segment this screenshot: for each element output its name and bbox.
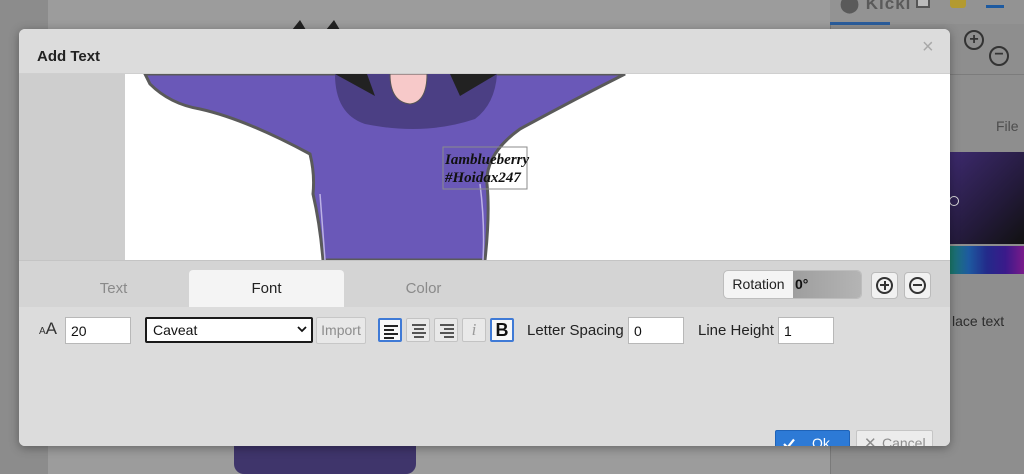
font-size-icon: AA xyxy=(39,319,58,338)
preview-text-line-2: #Hoidax247 xyxy=(444,170,521,186)
background-logo: ⬤ Kicki xyxy=(840,0,912,13)
cancel-button-label: Cancel xyxy=(882,435,926,446)
line-height-input[interactable] xyxy=(778,317,834,344)
background-checkbox-icon xyxy=(916,0,930,8)
background-tab-indicator xyxy=(830,22,890,25)
align-right-button[interactable] xyxy=(434,318,458,342)
close-x-icon: ✕ xyxy=(864,435,877,446)
font-settings-panel: AA Caveat Import xyxy=(19,307,950,446)
background-folder-icon xyxy=(950,0,966,8)
tab-color[interactable]: Color xyxy=(346,270,501,308)
background-download-icon xyxy=(986,0,1004,8)
dialog-title: Add Text xyxy=(37,48,101,65)
background-hue-strip xyxy=(950,246,1024,274)
rotate-decrease-button[interactable] xyxy=(904,272,931,299)
tabs-bar: Text Font Color Rotation 0° xyxy=(19,260,950,308)
close-icon[interactable]: × xyxy=(922,35,934,59)
ok-button[interactable]: Ok xyxy=(775,430,850,446)
font-size-input[interactable] xyxy=(65,317,131,344)
align-center-button[interactable] xyxy=(406,318,430,342)
font-family-value: Caveat xyxy=(153,322,198,338)
background-zoom-out-icon: − xyxy=(989,46,1009,66)
rotate-increase-button[interactable] xyxy=(871,272,898,299)
tab-font[interactable]: Font xyxy=(189,270,344,308)
font-family-select[interactable]: Caveat xyxy=(145,317,313,343)
line-height-label: Line Height xyxy=(698,322,774,339)
checkmark-icon xyxy=(783,438,795,446)
tab-text[interactable]: Text xyxy=(36,270,191,308)
cancel-button[interactable]: ✕ Cancel xyxy=(856,430,933,446)
bold-button[interactable]: B xyxy=(490,318,514,342)
rotation-value[interactable]: 0° xyxy=(793,271,861,298)
text-preview-area: Iamblueberry #Hoidax247 xyxy=(19,74,950,260)
background-place-text-label: lace text xyxy=(952,313,1005,329)
letter-spacing-label: Letter Spacing xyxy=(527,322,624,339)
bold-icon: B xyxy=(495,320,509,340)
background-character-legs xyxy=(234,446,416,474)
preview-canvas[interactable]: Iamblueberry #Hoidax247 xyxy=(125,74,950,260)
background-menu-file: File xyxy=(996,118,1019,134)
dialog-header: Add Text × xyxy=(19,29,950,74)
ok-button-label: Ok xyxy=(812,435,830,446)
chevron-down-icon xyxy=(297,326,307,333)
background-zoom-in-icon: + xyxy=(964,30,984,50)
italic-icon: i xyxy=(471,320,477,339)
import-font-button[interactable]: Import xyxy=(316,317,366,344)
preview-text-line-1: Iamblueberry xyxy=(444,152,530,168)
letter-spacing-input[interactable] xyxy=(628,317,684,344)
background-color-picker xyxy=(950,152,1024,244)
rotation-control[interactable]: Rotation 0° xyxy=(723,270,862,299)
align-left-button[interactable] xyxy=(378,318,402,342)
rotation-label: Rotation xyxy=(732,276,785,292)
add-text-dialog: Add Text × Iamblueberry #Hoidax247 Text … xyxy=(19,29,950,446)
background-color-picker-handle xyxy=(949,196,959,206)
italic-button[interactable]: i xyxy=(462,318,486,342)
character-illustration: Iamblueberry #Hoidax247 xyxy=(143,74,626,260)
